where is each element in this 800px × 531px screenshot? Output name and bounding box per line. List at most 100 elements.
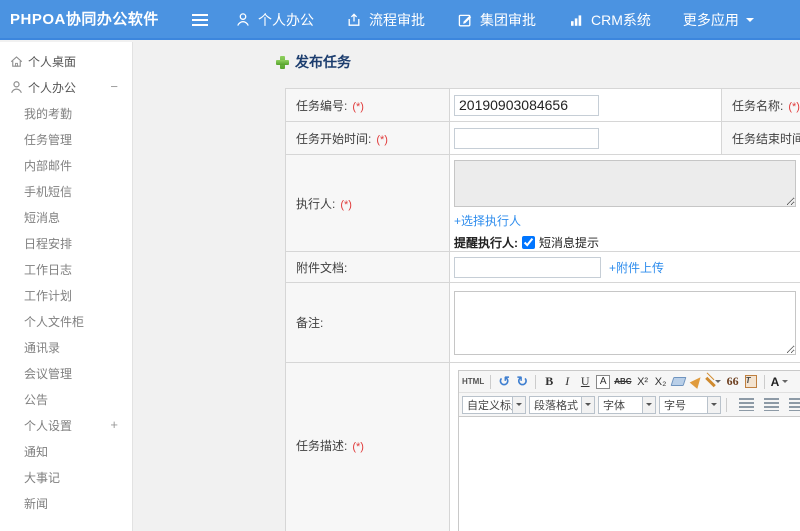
sidebar-item-label: 通讯录	[24, 340, 61, 355]
sidebar-item-label: 公告	[24, 392, 49, 407]
sidebar-item-label: 内部邮件	[24, 158, 73, 173]
nav-item-label: 流程审批	[369, 12, 425, 28]
task-no-input[interactable]	[454, 94, 599, 116]
top-header: PHPOA协同办公软件 个人办公 流程审批 集团审批 CRM系统 更多应用	[0, 0, 800, 40]
font-color-button[interactable]: A	[771, 373, 789, 391]
menu-toggle-icon[interactable]	[192, 14, 208, 26]
nav-item-label: CRM系统	[591, 12, 651, 28]
nav-item[interactable]: 个人办公	[235, 10, 314, 30]
sidebar-item[interactable]: 个人桌面	[0, 48, 132, 74]
sidebar-item-label: 通知	[24, 444, 49, 459]
sidebar-item[interactable]: 手机短信	[0, 178, 132, 204]
label-text: 任务编号:	[296, 98, 348, 113]
align-left-icon[interactable]	[739, 398, 754, 411]
heading-select[interactable]: 自定义标题	[462, 395, 526, 414]
rich-text-editor: HTML ↺ ↻ B I U A ABC X² X₂ 66 T A 自定义标 段…	[458, 370, 800, 531]
nav-item-label: 集团审批	[480, 12, 536, 28]
sidebar-item[interactable]: 会议管理	[0, 360, 132, 386]
blockquote-button[interactable]: 66	[726, 373, 740, 391]
chevron-down-icon	[642, 396, 655, 413]
toolbar-separator	[535, 374, 537, 389]
start-time-input[interactable]	[454, 127, 599, 149]
flow-approve-icon	[346, 12, 362, 28]
align-right-icon[interactable]	[789, 398, 800, 411]
sidebar-item[interactable]: 通知	[0, 438, 132, 464]
sidebar-item[interactable]: 公告	[0, 386, 132, 412]
editor-toolbar-row2: 自定义标题 段落格式 字体 字号	[459, 393, 800, 417]
sidebar-item[interactable]: 工作日志	[0, 256, 132, 282]
editor-content-area[interactable]	[459, 417, 800, 531]
group-approve-icon	[457, 12, 473, 28]
sidebar: 个人桌面 个人办公 − 我的考勤任务管理内部邮件手机短信短消息日程安排 工作日志工作计划…	[0, 42, 133, 531]
nav-item[interactable]: CRM系统	[568, 10, 651, 30]
publish-task-form: 任务编号:(*) 任务名称:(*) 任务开始时间:(*) 任务结束时	[285, 88, 800, 531]
attachment-label: 附件文档:	[285, 251, 450, 283]
task-name-label: 任务名称: (*)	[721, 88, 800, 122]
sidebar-item[interactable]: 个人文件柜	[0, 308, 132, 334]
sidebar-item[interactable]: 通讯录	[0, 334, 132, 360]
magic-wand-button[interactable]	[704, 373, 722, 391]
sidebar-item[interactable]: 新闻	[0, 490, 132, 516]
font-family-select[interactable]: 字体	[598, 395, 656, 414]
choose-executor-link[interactable]: +选择执行人	[454, 214, 521, 228]
sidebar-item[interactable]: 日程安排	[0, 230, 132, 256]
header-nav: 个人办公 流程审批 集团审批 CRM系统 更多应用	[235, 0, 754, 40]
required-mark: (*)	[376, 133, 388, 146]
font-box-button[interactable]: A	[596, 374, 611, 389]
sidebar-item-label: 手机短信	[24, 184, 73, 199]
sidebar-item-label: 新闻	[24, 496, 49, 511]
executor-textarea[interactable]	[454, 160, 796, 207]
underline-button[interactable]: U	[578, 373, 592, 391]
strikethrough-button[interactable]: ABC	[614, 373, 631, 391]
sidebar-item[interactable]: 内部邮件	[0, 152, 132, 178]
page-title: 发布任务	[295, 54, 351, 70]
sidebar-item-label: 工作计划	[24, 288, 73, 303]
expand-toggle-icon[interactable]: +	[110, 412, 118, 438]
start-time-label: 任务开始时间: (*)	[285, 121, 450, 155]
crm-chart-icon	[568, 12, 584, 28]
superscript-button[interactable]: X²	[636, 373, 650, 391]
sidebar-item[interactable]: 我的考勤	[0, 100, 132, 126]
sidebar-item-label: 个人设置	[24, 418, 73, 433]
label-text: 任务结束时间:	[732, 131, 800, 146]
attachment-upload-link[interactable]: +附件上传	[609, 259, 664, 276]
required-mark: (*)	[352, 100, 364, 113]
sidebar-item[interactable]: 个人设置 +	[0, 412, 132, 438]
subscript-button[interactable]: X₂	[654, 373, 668, 391]
font-size-select[interactable]: 字号	[659, 395, 721, 414]
sidebar-item[interactable]: 短消息	[0, 204, 132, 230]
sms-remind-checkbox[interactable]	[522, 236, 535, 249]
nav-item[interactable]: 流程审批	[346, 10, 425, 30]
undo-icon[interactable]: ↺	[497, 373, 511, 391]
expand-toggle-icon[interactable]: −	[110, 74, 118, 100]
sidebar-item[interactable]: 大事记	[0, 464, 132, 490]
required-mark: (*)	[352, 441, 364, 453]
nav-item-label: 更多应用	[682, 12, 739, 28]
html-source-button[interactable]: HTML	[462, 373, 484, 391]
sidebar-item-label: 短消息	[24, 210, 61, 225]
remark-textarea[interactable]	[454, 290, 796, 355]
sidebar-item[interactable]: 任务管理	[0, 126, 132, 152]
sidebar-item[interactable]: 工作计划	[0, 282, 132, 308]
format-brush-icon[interactable]	[689, 374, 704, 389]
sidebar-item-label: 大事记	[24, 470, 61, 485]
remark-label: 备注:	[285, 282, 450, 363]
toolbar-separator	[726, 397, 727, 412]
end-time-label: 任务结束时间:(*)	[721, 121, 800, 155]
italic-button[interactable]: I	[560, 373, 574, 391]
paragraph-format-select[interactable]: 段落格式	[529, 395, 595, 414]
nav-item[interactable]: 集团审批	[457, 10, 536, 30]
nav-item[interactable]: 更多应用	[683, 10, 754, 30]
paste-icon[interactable]: T	[744, 375, 757, 388]
redo-icon[interactable]: ↻	[515, 373, 529, 391]
sidebar-item-label: 任务管理	[24, 132, 73, 147]
align-center-icon[interactable]	[764, 398, 779, 411]
sidebar-item[interactable]: 个人办公 −	[0, 74, 132, 100]
add-icon	[276, 55, 289, 69]
attachment-input[interactable]	[454, 256, 601, 278]
task-no-label: 任务编号: (*)	[285, 88, 450, 122]
main-content: 发布任务 任务编号: (*) 任务名称: (*) 任务开始时间: (*)	[134, 42, 800, 531]
sidebar-item-label: 个人文件柜	[24, 314, 85, 329]
eraser-icon[interactable]	[670, 377, 687, 386]
bold-button[interactable]: B	[542, 373, 556, 391]
